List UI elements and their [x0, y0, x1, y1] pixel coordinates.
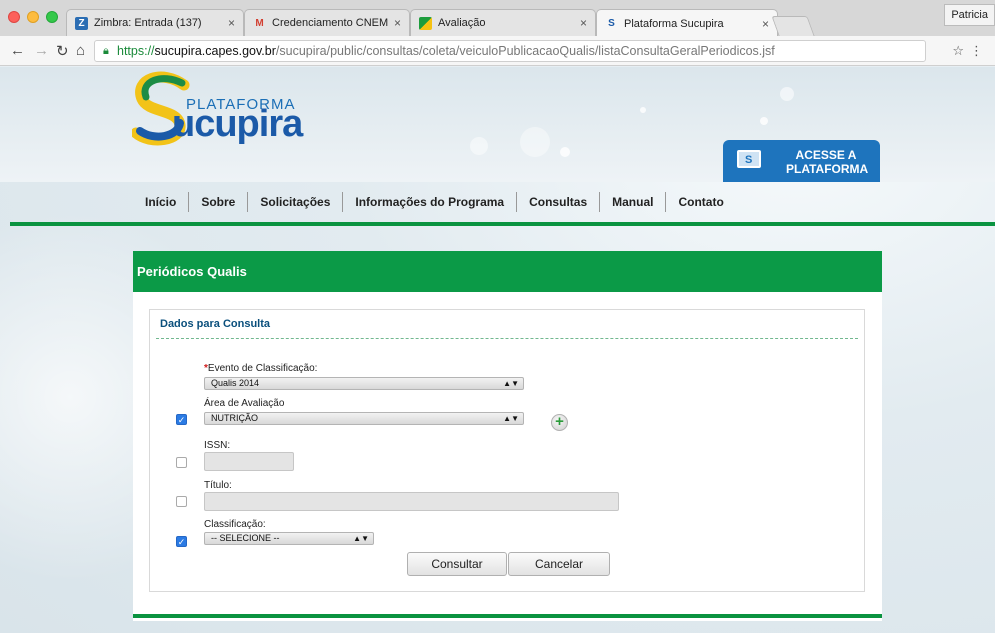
home-icon[interactable]: ⌂ — [76, 42, 85, 59]
logo-big-text: ucupira — [172, 103, 303, 145]
nav-sobre[interactable]: Sobre — [188, 192, 247, 212]
reload-icon[interactable]: ↻ — [56, 42, 69, 60]
classificacao-select[interactable]: -- SELECIONE -- ▲▼ — [204, 532, 374, 545]
add-area-button[interactable]: + — [551, 414, 568, 431]
titulo-checkbox[interactable] — [176, 496, 187, 507]
browser-toolbar: ← → ↻ ⌂ 🔒︎ https://sucupira.capes.gov.br… — [0, 36, 995, 66]
issn-label: ISSN: — [204, 440, 231, 451]
close-tab-icon[interactable]: × — [580, 16, 587, 30]
dotted-divider — [156, 338, 858, 339]
nav-solicitacoes[interactable]: Solicitações — [247, 192, 342, 212]
classificacao-label: Classificação: — [204, 519, 266, 530]
gmail-icon: M — [255, 17, 264, 29]
issn-input[interactable] — [204, 452, 294, 471]
panel-footer-line — [133, 614, 882, 618]
zimbra-icon: Z — [75, 16, 88, 30]
close-tab-icon[interactable]: × — [762, 17, 769, 31]
fieldset-title: Dados para Consulta — [160, 318, 271, 330]
back-arrow-icon[interactable]: ← — [10, 42, 25, 59]
access-platform-button[interactable]: S ACESSE A PLATAFORMA — [723, 140, 880, 182]
tab-zimbra[interactable]: Z Zimbra: Entrada (137) × — [66, 9, 244, 36]
periodicos-panel: Periódicos Qualis Dados para Consulta *E… — [133, 251, 882, 621]
nav-consultas[interactable]: Consultas — [516, 192, 599, 212]
maximize-window-button[interactable] — [46, 11, 58, 23]
classificacao-checkbox[interactable]: ✓ — [176, 536, 187, 547]
nav-manual[interactable]: Manual — [599, 192, 665, 212]
consultar-button[interactable]: Consultar — [407, 552, 507, 576]
area-checkbox[interactable]: ✓ — [176, 414, 187, 425]
extension-icons[interactable]: ☆⋮ — [952, 43, 989, 59]
forward-arrow-icon[interactable]: → — [34, 42, 49, 59]
sucupira-logo[interactable]: PLATAFORMA ucupira — [132, 71, 362, 151]
new-tab-button[interactable] — [771, 16, 815, 36]
tab-sucupira[interactable]: S Plataforma Sucupira × — [596, 9, 778, 37]
consulta-fieldset: Dados para Consulta *Evento de Classific… — [149, 309, 865, 592]
select-arrow-icon: ▲▼ — [503, 414, 519, 423]
main-nav: Início Sobre Solicitações Informações do… — [133, 192, 736, 212]
tab-credenciamento[interactable]: M Credenciamento CNEM - ppra × — [244, 9, 410, 36]
tab-avaliacao[interactable]: Avaliação × — [410, 9, 596, 36]
sucupira-icon: S — [608, 18, 615, 29]
panel-title: Periódicos Qualis — [133, 251, 882, 292]
issn-checkbox[interactable] — [176, 457, 187, 468]
page-content: PLATAFORMA ucupira S ACESSE A PLATAFORMA… — [0, 67, 995, 633]
avaliacao-icon — [419, 16, 432, 30]
cancelar-button[interactable]: Cancelar — [508, 552, 610, 576]
address-bar[interactable]: 🔒︎ https://sucupira.capes.gov.br/sucupir… — [94, 40, 926, 62]
titulo-input[interactable] — [204, 492, 619, 511]
evento-select[interactable]: Qualis 2014 ▲▼ — [204, 377, 524, 390]
area-label: Área de Avaliação — [204, 398, 285, 409]
browser-tab-bar: Z Zimbra: Entrada (137) × M Credenciamen… — [0, 0, 995, 37]
nav-contato[interactable]: Contato — [665, 192, 735, 212]
titulo-label: Título: — [204, 480, 232, 491]
evento-label: *Evento de Classificação: — [204, 363, 318, 374]
profile-button[interactable]: Patricia — [944, 4, 995, 26]
select-arrow-icon: ▲▼ — [503, 379, 519, 388]
nav-inicio[interactable]: Início — [133, 192, 188, 212]
select-arrow-icon: ▲▼ — [353, 534, 369, 543]
close-tab-icon[interactable]: × — [228, 16, 235, 30]
close-window-button[interactable] — [8, 11, 20, 23]
nav-divider — [10, 222, 995, 226]
close-tab-icon[interactable]: × — [394, 16, 401, 30]
minimize-window-button[interactable] — [27, 11, 39, 23]
area-select[interactable]: NUTRIÇÃO ▲▼ — [204, 412, 524, 425]
lock-icon: 🔒︎ — [103, 45, 109, 57]
nav-informacoes-programa[interactable]: Informações do Programa — [342, 192, 516, 212]
monitor-icon: S — [737, 150, 761, 168]
